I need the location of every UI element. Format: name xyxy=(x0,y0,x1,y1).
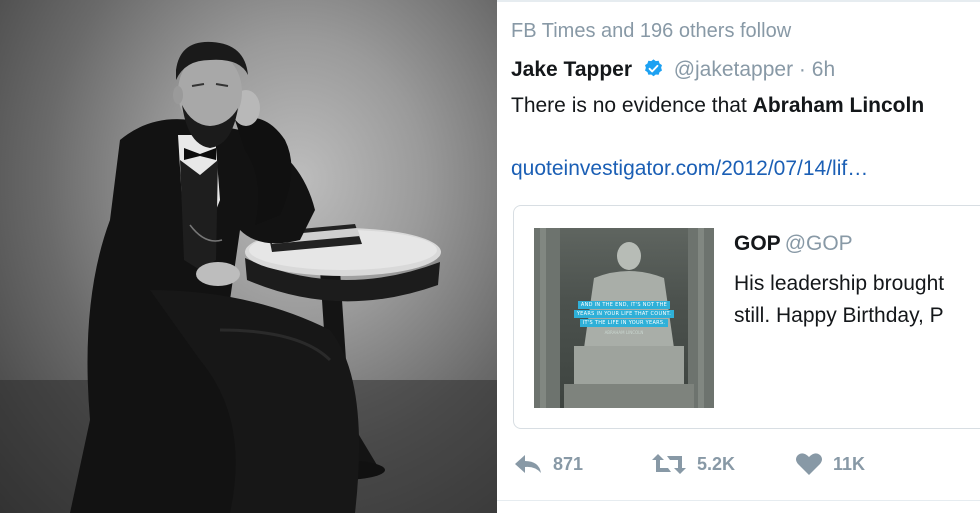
time-separator: · xyxy=(793,58,812,81)
quote-caption-line: YEARS IN YOUR LIFE THAT COUNT. xyxy=(573,310,675,318)
like-count: 11K xyxy=(833,453,866,474)
quote-caption-line: AND IN THE END, IT'S NOT THE xyxy=(577,301,671,309)
retweet-button[interactable]: 5.2K xyxy=(651,452,735,476)
author-name[interactable]: Jake Tapper xyxy=(511,58,632,81)
retweet-icon xyxy=(652,454,686,474)
lincoln-portrait-photo xyxy=(0,0,497,513)
social-context: FB Times and 196 others follow xyxy=(511,20,792,42)
tweet-link[interactable]: quoteinvestigator.com/2012/07/14/lif… xyxy=(511,157,868,181)
quoted-tweet[interactable]: AND IN THE END, IT'S NOT THE YEARS IN YO… xyxy=(513,205,980,429)
quote-caption: AND IN THE END, IT'S NOT THE YEARS IN YO… xyxy=(542,300,706,335)
tweet-text-prefix: There is no evidence that xyxy=(511,94,753,117)
lincoln-portrait-illustration xyxy=(0,41,497,513)
quoted-text-line: still. Happy Birthday, P xyxy=(734,304,944,327)
quoted-author-handle[interactable]: @GOP xyxy=(785,232,853,255)
tweet-card[interactable]: FB Times and 196 others follow Jake Tapp… xyxy=(497,0,980,513)
quoted-tweet-header: GOP @GOP xyxy=(734,232,853,256)
tweet-text: There is no evidence that Abraham Lincol… xyxy=(511,94,924,118)
quote-caption-line: IT'S THE LIFE IN YOUR YEARS. xyxy=(579,319,669,327)
quoted-text-line: His leadership brought xyxy=(734,272,945,295)
like-button[interactable]: 11K xyxy=(795,452,865,476)
like-icon xyxy=(796,453,822,475)
tweet-header: Jake Tapper @jaketapper · 6h xyxy=(511,58,835,82)
tweet-timestamp[interactable]: 6h xyxy=(812,58,835,81)
divider xyxy=(497,500,980,501)
reply-count: 871 xyxy=(553,453,584,474)
quoted-tweet-image[interactable]: AND IN THE END, IT'S NOT THE YEARS IN YO… xyxy=(534,228,714,408)
tweet-text-bold: Abraham Lincoln xyxy=(752,94,925,117)
quote-attribution: ABRAHAM LINCOLN xyxy=(604,330,644,335)
reply-button[interactable]: 871 xyxy=(513,452,583,476)
retweet-count: 5.2K xyxy=(697,453,736,474)
quoted-author-name[interactable]: GOP xyxy=(734,232,781,255)
author-handle[interactable]: @jaketapper xyxy=(674,58,793,81)
divider xyxy=(497,0,980,2)
quoted-tweet-text: His leadership brought still. Happy Birt… xyxy=(734,268,944,332)
verified-badge-icon xyxy=(644,59,662,77)
reply-icon xyxy=(515,455,541,473)
